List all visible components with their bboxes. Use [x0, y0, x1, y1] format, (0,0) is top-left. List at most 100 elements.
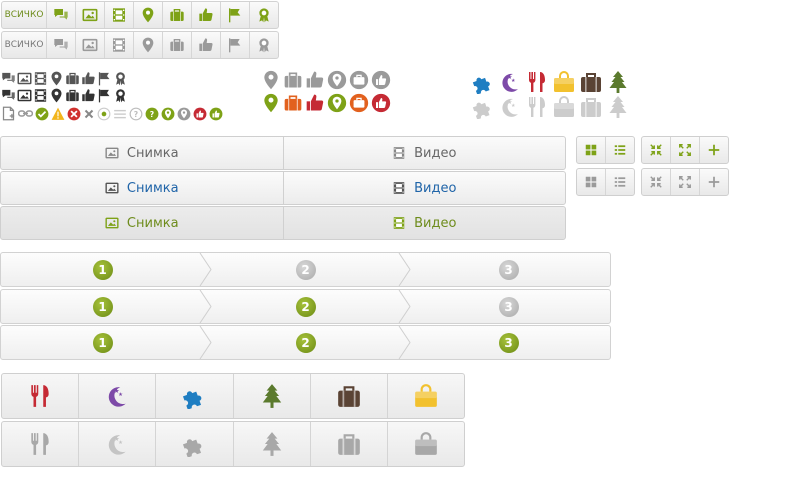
- filter-trips-button[interactable]: [163, 32, 192, 58]
- grid-view-button[interactable]: [577, 169, 606, 195]
- filter-trips-button[interactable]: [163, 2, 192, 28]
- category-bar-colored: ★ ★: [1, 373, 465, 419]
- food-icon: [525, 95, 549, 119]
- expand-button[interactable]: [671, 137, 700, 163]
- category-nature-button[interactable]: [234, 374, 311, 418]
- filter-images-button[interactable]: [76, 2, 105, 28]
- tab-photo[interactable]: Снимка: [1, 207, 284, 239]
- add-button[interactable]: [700, 169, 728, 195]
- category-nature-button[interactable]: [234, 422, 311, 466]
- category-puzzle-button[interactable]: [156, 422, 234, 466]
- flag-icon: [227, 7, 243, 23]
- suitcase-icon: [579, 70, 603, 94]
- step-number-badge: 1: [92, 332, 113, 353]
- tab-photo[interactable]: Снимка: [1, 172, 284, 204]
- step-1[interactable]: 1: [1, 326, 204, 359]
- filter-flags-button[interactable]: [221, 2, 250, 28]
- step-2[interactable]: 2: [204, 253, 407, 286]
- list-view-button[interactable]: [606, 137, 634, 163]
- category-food-button[interactable]: [2, 374, 80, 418]
- step-1[interactable]: 1: [1, 253, 204, 286]
- tab-photo-label: Снимка: [126, 215, 179, 231]
- expand-button[interactable]: [671, 169, 700, 195]
- filter-comments-button[interactable]: [47, 32, 76, 58]
- category-shopping-button[interactable]: [388, 374, 464, 418]
- help-circle-gray-icon: ?: [129, 107, 143, 121]
- filter-images-button[interactable]: [76, 32, 105, 58]
- flag-icon: [227, 37, 243, 53]
- film-icon: [33, 71, 48, 86]
- step-2[interactable]: 2: [204, 290, 407, 323]
- category-icon-set: ★ ★ ★ ★: [471, 70, 630, 119]
- category-night-button[interactable]: ★ ★: [79, 374, 157, 418]
- filter-comments-button[interactable]: [47, 2, 76, 28]
- category-food-button[interactable]: [2, 422, 80, 466]
- briefcase-icon: [283, 70, 303, 90]
- filter-bar-colored: ВСИЧКО: [1, 1, 279, 29]
- food-icon: [525, 70, 549, 94]
- category-night-button[interactable]: ★ ★: [79, 422, 157, 466]
- grid-view-icon: [584, 143, 598, 157]
- like-circle-icon: [371, 70, 391, 90]
- step-2[interactable]: 2: [204, 326, 407, 359]
- add-button[interactable]: [700, 137, 728, 163]
- briefcase-icon: [283, 93, 303, 113]
- filter-likes-button[interactable]: [192, 2, 221, 28]
- tab-photo[interactable]: Снимка: [1, 137, 284, 169]
- filter-videos-button[interactable]: [105, 32, 134, 58]
- grid-view-button[interactable]: [577, 137, 606, 163]
- filter-all-button[interactable]: ВСИЧКО: [2, 32, 47, 58]
- briefcase-icon: [65, 88, 80, 103]
- puzzle-icon: [181, 431, 207, 457]
- tab-video-label: Видео: [414, 215, 457, 231]
- puzzle-icon: [181, 383, 207, 409]
- warning-icon: [51, 107, 65, 121]
- filter-places-button[interactable]: [134, 2, 163, 28]
- filter-videos-button[interactable]: [105, 2, 134, 28]
- shopping-bag-icon: [413, 431, 439, 457]
- image-icon: [105, 216, 119, 230]
- step-1[interactable]: 1: [1, 290, 204, 323]
- filter-all-button[interactable]: ВСИЧКО: [2, 2, 47, 28]
- filter-flags-button[interactable]: [221, 32, 250, 58]
- puzzle-icon: [471, 70, 495, 94]
- step-3[interactable]: 3: [407, 326, 610, 359]
- thumbs-up-icon: [305, 93, 325, 113]
- check-circle-icon: [35, 107, 49, 121]
- expand-icon: [678, 175, 692, 189]
- step-3[interactable]: 3: [407, 290, 610, 323]
- collapse-button[interactable]: [642, 169, 671, 195]
- filter-awards-button[interactable]: [250, 32, 278, 58]
- category-shopping-button[interactable]: [388, 422, 464, 466]
- step-number-badge: 1: [92, 259, 113, 280]
- view-toggle-colored: [576, 136, 635, 164]
- filter-awards-button[interactable]: [250, 2, 278, 28]
- category-travel-button[interactable]: [311, 422, 388, 466]
- category-puzzle-button[interactable]: [156, 374, 234, 418]
- tab-video[interactable]: Видео: [284, 207, 566, 239]
- map-pin-circle-icon: [327, 70, 347, 90]
- filter-places-button[interactable]: [134, 32, 163, 58]
- grid-view-icon: [584, 175, 598, 189]
- svg-text:★: ★: [118, 440, 123, 446]
- filter-likes-button[interactable]: [192, 32, 221, 58]
- collapse-button[interactable]: [642, 137, 671, 163]
- step-indicator-2: 1 2 3: [0, 289, 611, 324]
- briefcase-circle-icon: [349, 70, 369, 90]
- category-travel-button[interactable]: [311, 374, 388, 418]
- step-number-badge: 2: [295, 332, 316, 353]
- image-icon: [17, 88, 32, 103]
- night-icon: ★ ★: [104, 383, 130, 409]
- step-3[interactable]: 3: [407, 253, 610, 286]
- map-pin-icon: [49, 88, 64, 103]
- tab-video[interactable]: Видео: [284, 172, 566, 204]
- close-small-icon: [83, 108, 95, 120]
- flag-icon: [97, 71, 112, 86]
- image-icon: [82, 37, 98, 53]
- list-view-button[interactable]: [606, 169, 634, 195]
- film-icon: [392, 216, 406, 230]
- action-toggle-gray: [641, 168, 729, 196]
- tab-video[interactable]: Видео: [284, 137, 566, 169]
- category-bar-gray: ★ ★: [1, 421, 465, 467]
- view-toggle-gray: [576, 168, 635, 196]
